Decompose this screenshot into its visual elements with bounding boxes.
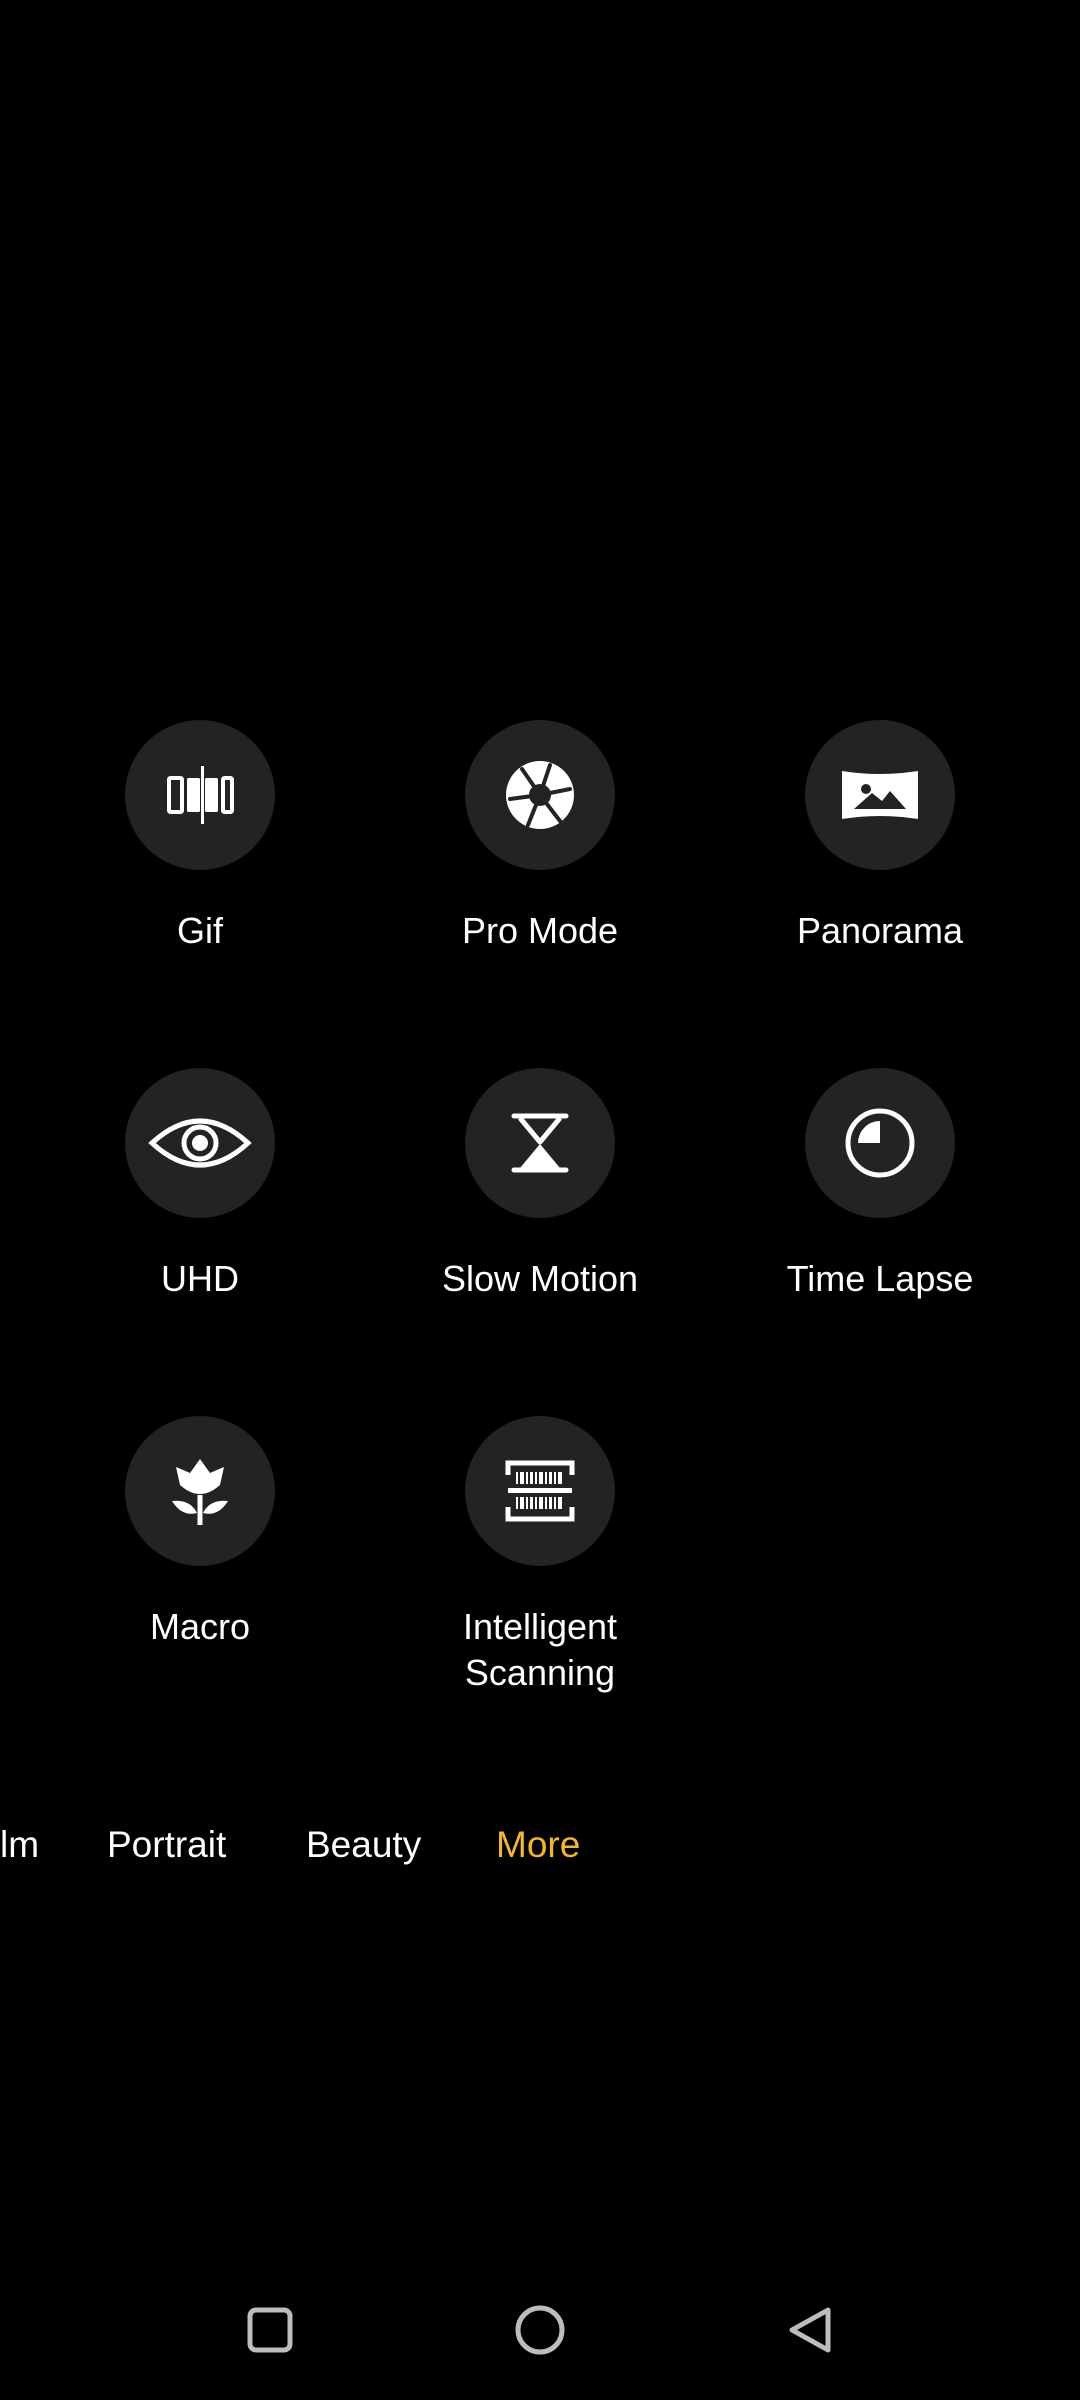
mode-slow-motion[interactable]: Slow Motion (390, 1068, 690, 1302)
aperture-icon (506, 761, 574, 829)
mode-macro[interactable]: Macro (50, 1416, 350, 1650)
home-circle-icon (515, 2305, 565, 2355)
mode-pro-mode-button[interactable] (465, 720, 615, 870)
mode-slow-motion-button[interactable] (465, 1068, 615, 1218)
mode-uhd[interactable]: UHD (50, 1068, 350, 1302)
mode-intelligent-scanning[interactable]: Intelligent Scanning (390, 1416, 690, 1696)
mode-tab-more[interactable]: More (496, 1820, 580, 1870)
landscape-icon (842, 771, 918, 819)
mode-panorama-button[interactable] (805, 720, 955, 870)
eye-icon (148, 1118, 252, 1168)
mode-tab-beauty[interactable]: Beauty (306, 1820, 421, 1870)
mode-gif-button[interactable] (125, 720, 275, 870)
mode-uhd-button[interactable] (125, 1068, 275, 1218)
mode-label: Pro Mode (461, 910, 619, 951)
nav-recents-button[interactable] (235, 2295, 305, 2365)
hourglass-icon (511, 1113, 569, 1173)
mode-tab-portrait[interactable]: Portrait (107, 1820, 226, 1870)
back-triangle-icon (789, 2307, 831, 2353)
gif-frames-icon (167, 766, 234, 824)
mode-label: UHD (161, 1258, 239, 1299)
mode-time-lapse[interactable]: Time Lapse (730, 1068, 1030, 1302)
clock-quarter-icon (845, 1108, 915, 1178)
mode-macro-button[interactable] (125, 1416, 275, 1566)
mode-label: Slow Motion (441, 1258, 639, 1299)
mode-label: Panorama (796, 910, 964, 951)
mode-intelligent-scanning-button[interactable] (465, 1416, 615, 1566)
mode-tab-film[interactable]: lm (0, 1820, 39, 1870)
flower-icon (172, 1459, 228, 1525)
mode-label: Time Lapse (786, 1258, 974, 1299)
mode-panorama[interactable]: Panorama (730, 720, 1030, 954)
mode-gif[interactable]: Gif (50, 720, 350, 954)
mode-label: Macro (149, 1606, 251, 1647)
barcode-scan-icon (505, 1460, 575, 1522)
recents-square-icon (247, 2307, 293, 2353)
nav-back-button[interactable] (775, 2295, 845, 2365)
mode-time-lapse-button[interactable] (805, 1068, 955, 1218)
mode-label: Intelligent Scanning (462, 1606, 618, 1693)
mode-pro-mode[interactable]: Pro Mode (390, 720, 690, 954)
mode-label: Gif (176, 910, 223, 951)
nav-home-button[interactable] (505, 2295, 575, 2365)
